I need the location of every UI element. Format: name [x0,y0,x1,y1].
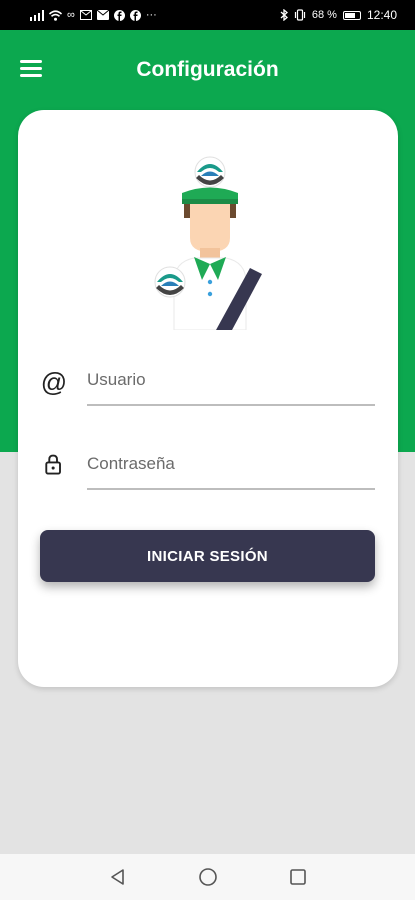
gmail-icon [79,10,92,20]
login-button[interactable]: INICIAR SESIÓN [40,530,375,582]
at-sign-icon: @ [40,367,68,397]
more-notifications-indicator: ··· [145,8,157,21]
lock-icon [45,454,61,475]
clock-time: 12:40 [366,8,397,22]
circle-home-icon[interactable] [197,866,219,888]
facebook-icon [113,9,125,21]
cap-badge-icon [194,156,226,188]
password-field [40,440,376,500]
voicemail-icon: ∞ [67,8,75,21]
triangle-back-icon[interactable] [107,866,129,888]
shoulder-badge-icon [154,266,186,298]
login-card: @ INICIAR SESIÓN [18,110,398,687]
bluetooth-icon [280,9,288,21]
status-right-icons: 68 % 12:40 [280,9,397,21]
system-navigation-bar [0,854,415,900]
app-bar: Configuración [0,30,415,112]
facebook-icon-2 [129,9,141,21]
username-input[interactable] [87,364,375,396]
page-title: Configuración [136,58,279,81]
battery-level-fill [344,12,355,18]
wifi-icon [49,9,62,21]
status-bar: ∞ ··· 68 % 12:40 [0,0,415,30]
officer-avatar-illustration [154,156,262,330]
vibrate-icon [294,9,305,21]
status-left-icons: ∞ ··· [30,8,157,21]
password-input[interactable] [87,448,375,480]
username-field: @ [40,356,376,416]
battery-icon [342,10,361,20]
battery-percent: 68 % [311,8,337,21]
square-recents-icon[interactable] [287,866,309,888]
username-underline [87,404,375,406]
mail-icon [96,10,109,20]
signal-icon [30,9,44,21]
password-underline [87,488,375,490]
